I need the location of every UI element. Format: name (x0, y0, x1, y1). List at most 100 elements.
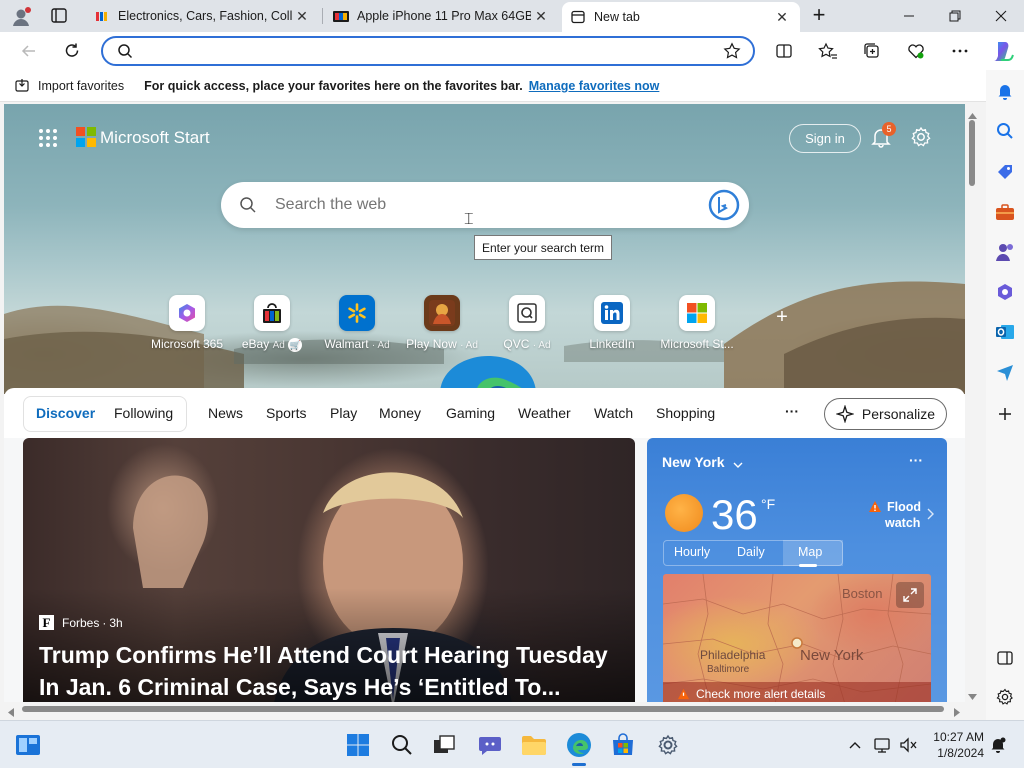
minimize-button[interactable] (886, 0, 932, 32)
web-search-box[interactable]: ⌶ (221, 182, 749, 228)
network-icon[interactable] (869, 731, 897, 759)
address-input[interactable] (143, 41, 703, 61)
import-favorites-icon[interactable] (14, 78, 30, 94)
article-headline[interactable]: Trump Confirms He’ll Attend Court Hearin… (39, 639, 629, 702)
address-bar[interactable] (101, 36, 755, 66)
alert-title[interactable]: Flood (887, 500, 921, 514)
search-icon[interactable] (992, 118, 1018, 144)
outlook-icon[interactable] (992, 319, 1018, 345)
nav-item-shopping[interactable]: Shopping (656, 405, 715, 421)
shopping-tag-icon[interactable] (992, 159, 1018, 185)
feature-news-card[interactable]: F Forbes · 3h Trump Confirms He’ll Atten… (23, 438, 635, 702)
microsoft-store-icon[interactable] (609, 731, 637, 759)
weather-menu-button[interactable]: ··· (909, 452, 923, 468)
copilot-button[interactable] (989, 37, 1017, 65)
quicklink-ebay[interactable]: eBay Ad 🛒 (227, 295, 317, 352)
scroll-thumb[interactable] (22, 706, 944, 712)
tab-daily[interactable]: Daily (737, 545, 765, 559)
split-screen-button[interactable] (770, 37, 798, 65)
taskbar-search-icon[interactable] (388, 731, 416, 759)
nav-item-sports[interactable]: Sports (266, 405, 306, 421)
widgets-icon[interactable] (14, 731, 42, 759)
close-tab-icon[interactable]: ✕ (292, 8, 312, 25)
nav-item-money[interactable]: Money (379, 405, 421, 421)
settings-app-icon[interactable] (654, 731, 682, 759)
web-search-input[interactable] (275, 194, 675, 216)
close-window-button[interactable] (978, 0, 1024, 32)
collections-button[interactable] (858, 37, 886, 65)
app-launcher-icon[interactable] (38, 128, 58, 148)
back-button[interactable] (15, 37, 43, 65)
refresh-button[interactable] (58, 37, 86, 65)
weather-card[interactable]: New York ··· 36 °F Flood watch Hourly Da… (647, 438, 947, 702)
tab-iphone-listing[interactable]: Apple iPhone 11 Pro Max 64GB | ✕ (325, 0, 559, 32)
alert-subtitle[interactable]: watch (885, 516, 920, 530)
scroll-right-arrow-icon[interactable] (954, 705, 960, 720)
task-view-icon[interactable] (430, 731, 458, 759)
quicklink-qvc[interactable]: QVC · Ad (482, 295, 572, 351)
volume-muted-icon[interactable] (894, 731, 922, 759)
notification-bell-icon[interactable] (992, 78, 1018, 104)
tab-hourly[interactable]: Hourly (674, 545, 710, 559)
restore-button[interactable] (932, 0, 978, 32)
close-tab-icon[interactable]: ✕ (531, 8, 551, 25)
scroll-thumb[interactable] (969, 120, 975, 186)
chevron-down-icon[interactable] (733, 457, 743, 472)
import-favorites-link[interactable]: Import favorites (38, 79, 124, 93)
sidebar-settings-gear-icon[interactable] (992, 684, 1018, 710)
quicklink-walmart[interactable]: Walmart · Ad (312, 295, 402, 351)
quicklink-linkedin[interactable]: LinkedIn (567, 295, 657, 351)
nav-item-gaming[interactable]: Gaming (446, 405, 495, 421)
start-windows-icon[interactable] (344, 731, 372, 759)
microsoft-365-icon[interactable] (992, 279, 1018, 305)
quicklink-microsoft-store[interactable]: Microsoft St... (652, 295, 742, 351)
tab-new-tab[interactable]: New tab ✕ (562, 2, 800, 32)
settings-gear-icon[interactable] (910, 126, 932, 148)
weather-city[interactable]: New York (662, 454, 725, 470)
nav-item-news[interactable]: News (208, 405, 243, 421)
quicklink-play-now[interactable]: Play Now · Ad (397, 295, 487, 351)
chevron-right-icon[interactable] (926, 508, 934, 523)
chevron-up-icon[interactable] (841, 731, 869, 759)
weather-alert-map[interactable]: Boston Philadelphia Baltimore New York C… (663, 574, 931, 702)
tab-actions-icon[interactable] (50, 7, 70, 25)
tools-briefcase-icon[interactable] (992, 199, 1018, 225)
notifications-bell-icon[interactable]: 5 (870, 122, 896, 150)
games-icon[interactable] (992, 239, 1018, 265)
add-quicklink-button[interactable]: + (774, 307, 790, 327)
file-explorer-icon[interactable] (520, 731, 548, 759)
hide-sidebar-icon[interactable] (992, 645, 1018, 671)
horizontal-scrollbar[interactable] (4, 702, 965, 717)
edge-browser-icon[interactable] (565, 731, 593, 766)
sign-in-button[interactable]: Sign in (789, 124, 861, 153)
nav-more-button[interactable]: ··· (785, 403, 799, 419)
vertical-scrollbar[interactable] (965, 104, 979, 702)
close-tab-icon[interactable]: ✕ (772, 9, 792, 26)
tab-ebay-home[interactable]: Electronics, Cars, Fashion, Collect ✕ (86, 0, 320, 32)
nav-item-weather[interactable]: Weather (518, 405, 571, 421)
add-sidebar-app-icon[interactable] (992, 401, 1018, 427)
more-options-button[interactable] (946, 37, 974, 65)
notification-center-icon[interactable] (984, 731, 1012, 759)
clock[interactable]: 10:27 AM 1/8/2024 (924, 729, 984, 761)
profile-icon[interactable] (10, 6, 32, 28)
quicklink-microsoft-365[interactable]: Microsoft 365 (142, 295, 232, 351)
bing-chat-icon[interactable] (708, 189, 740, 224)
browser-essentials-button[interactable] (902, 37, 930, 65)
nav-item-discover[interactable]: Discover (36, 405, 95, 421)
drop-send-icon[interactable] (992, 359, 1018, 385)
new-tab-button[interactable]: + (806, 4, 832, 28)
nav-item-watch[interactable]: Watch (594, 405, 633, 421)
nav-item-play[interactable]: Play (330, 405, 357, 421)
scroll-left-arrow-icon[interactable] (8, 705, 14, 720)
tab-map[interactable]: Map (798, 545, 822, 559)
personalize-button[interactable]: Personalize (824, 398, 947, 430)
manage-favorites-link[interactable]: Manage favorites now (529, 79, 660, 93)
brand-title[interactable]: Microsoft Start (100, 128, 210, 148)
scroll-down-arrow-icon[interactable] (968, 688, 977, 703)
teams-chat-icon[interactable] (476, 731, 504, 759)
nav-item-following[interactable]: Following (114, 405, 173, 421)
favorite-star-icon[interactable] (723, 42, 741, 63)
alert-details-bar[interactable]: Check more alert details (663, 682, 931, 702)
favorites-button[interactable] (814, 37, 842, 65)
